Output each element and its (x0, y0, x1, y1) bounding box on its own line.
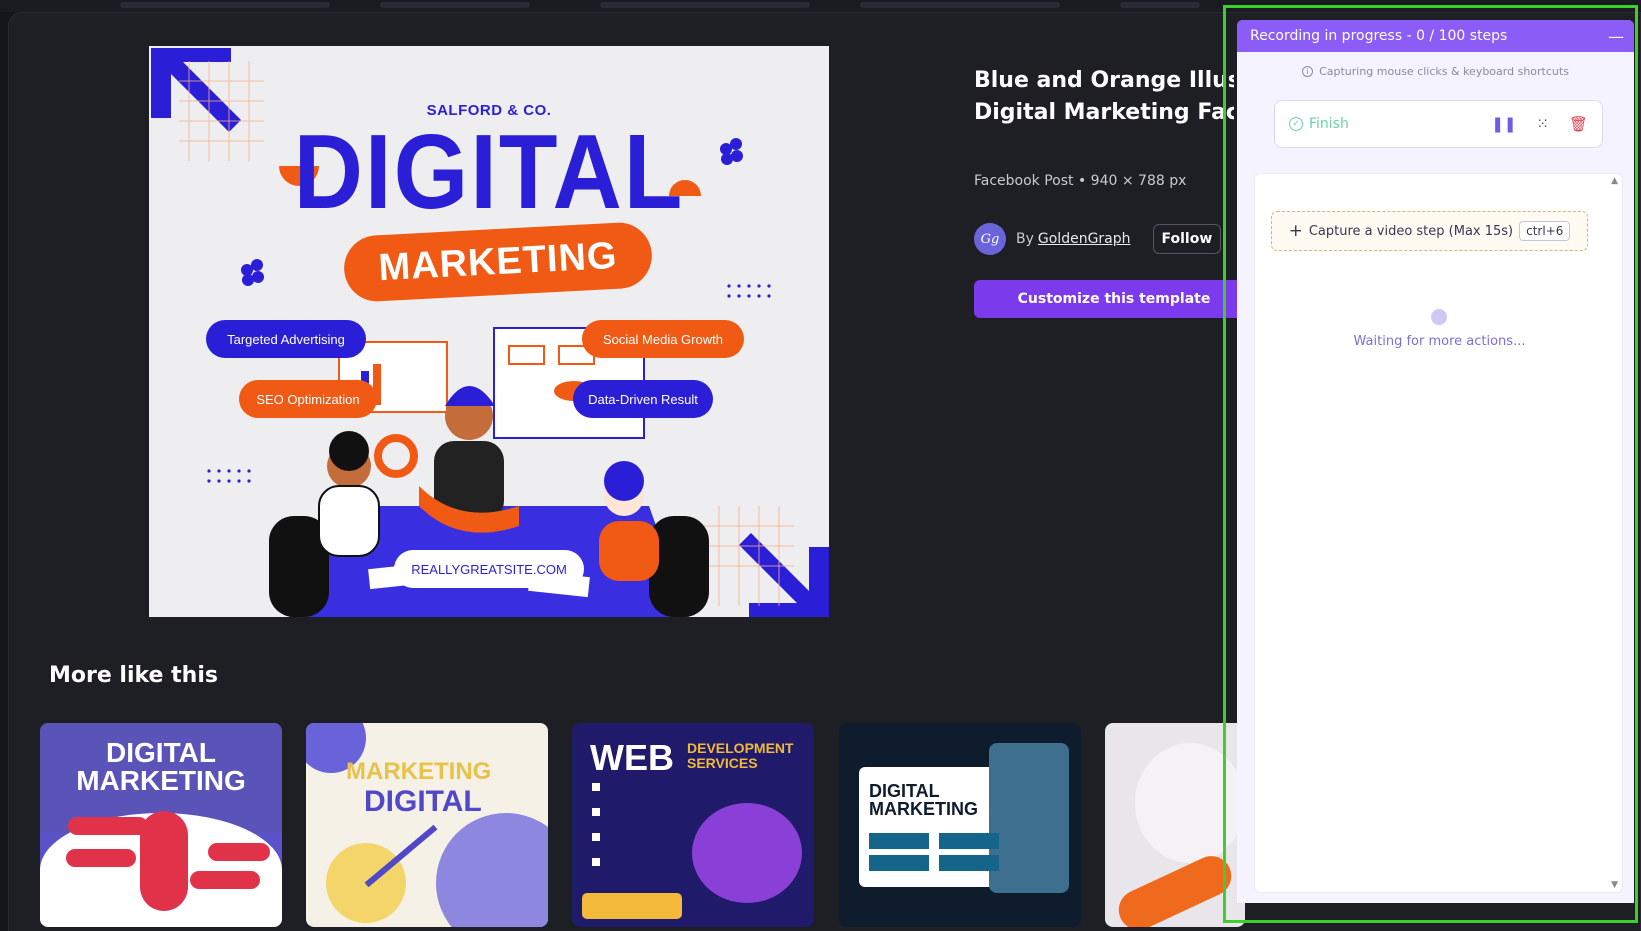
template-title: Blue and Orange Illustra Digital Marketi… (974, 65, 1234, 129)
card-title: DEVELOPMENT SERVICES (687, 740, 794, 771)
card-title: MARKETING (346, 758, 492, 785)
preview-headline: DIGITAL (293, 113, 685, 232)
template-preview: SALFORD & CO. DIGITAL MARKETING Targeted… (149, 46, 829, 617)
card-title: WEB (590, 737, 674, 778)
preview-tag: Targeted Advertising (206, 320, 366, 358)
template-title-line: Blue and Orange Illustra (974, 68, 1234, 93)
customize-template-button[interactable]: Customize this template (974, 280, 1254, 318)
highlight-outline (1223, 5, 1638, 923)
related-template-card[interactable]: DIGITAL MARKETING (40, 723, 282, 927)
preview-tag: Data-Driven Result (573, 380, 713, 418)
card-title: MARKETING (76, 765, 246, 796)
preview-tag: SEO Optimization (239, 380, 377, 418)
card-title: DIGITAL (364, 785, 482, 818)
author-link[interactable]: GoldenGraph (1038, 231, 1131, 247)
avatar[interactable]: Gg (974, 223, 1006, 255)
preview-tag: Social Media Growth (582, 320, 744, 358)
more-like-this-heading: More like this (49, 663, 218, 688)
follow-button[interactable]: Follow (1152, 224, 1222, 254)
author-row: Gg By GoldenGraph Follow (974, 223, 1222, 255)
related-template-card[interactable]: DIGITAL MARKETING (839, 723, 1081, 927)
card-title: MARKETING (869, 799, 978, 819)
template-meta: Facebook Post • 940 × 788 px (974, 173, 1187, 189)
related-template-card[interactable]: WEB DEVELOPMENT SERVICES (572, 723, 814, 927)
preview-website: REALLYGREATSITE.COM (394, 550, 584, 588)
related-template-card[interactable]: MARKETING DIGITAL (306, 723, 548, 927)
template-title-line: Digital Marketing Faceb (974, 100, 1234, 125)
by-label: By (1016, 231, 1034, 247)
